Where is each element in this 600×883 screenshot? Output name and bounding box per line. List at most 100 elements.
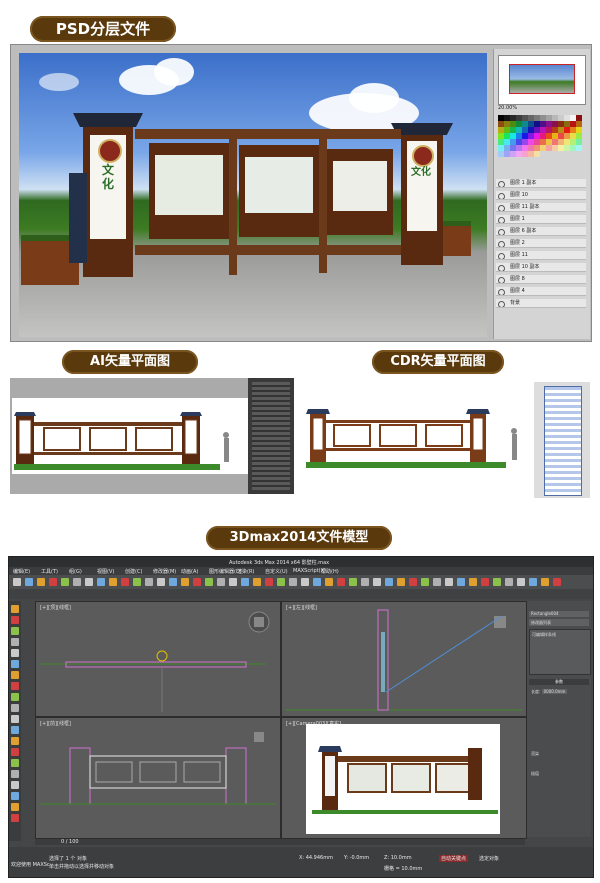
menu-item[interactable]: 帮助(H) xyxy=(321,568,339,575)
menu-item[interactable]: 编辑(E) xyxy=(13,568,30,575)
layer-row[interactable]: 图层 10 xyxy=(496,191,586,200)
coord-x[interactable]: X: 44.946mm xyxy=(299,855,333,861)
toolbar-icon[interactable] xyxy=(97,578,105,586)
toolbar-icon[interactable] xyxy=(241,578,249,586)
menu-item[interactable]: 自定义(U) xyxy=(265,568,288,575)
tool-icon[interactable] xyxy=(11,638,19,646)
toolbar-icon[interactable] xyxy=(421,578,429,586)
eye-icon[interactable] xyxy=(498,301,505,307)
toolbar-icon[interactable] xyxy=(73,578,81,586)
coord-y[interactable]: Y: -0.0mm xyxy=(344,855,369,861)
rollout-render[interactable]: 渲染 xyxy=(531,751,539,757)
layer-row[interactable]: 图层 4 xyxy=(496,287,586,296)
toolbar-icon[interactable] xyxy=(361,578,369,586)
eye-icon[interactable] xyxy=(498,277,505,283)
layer-row[interactable]: 图层 1 副本 xyxy=(496,179,586,188)
menu-item[interactable]: 修改器(M) xyxy=(153,568,176,575)
coord-z[interactable]: Z: 10.0mm xyxy=(384,855,412,861)
eye-icon[interactable] xyxy=(498,217,505,223)
viewport-camera[interactable]: [+][Camera003][真实] xyxy=(281,717,527,839)
toolbar-icon[interactable] xyxy=(553,578,561,586)
tool-icon[interactable] xyxy=(11,759,19,767)
tool-icon[interactable] xyxy=(11,737,19,745)
max-timeline[interactable]: 0 / 100 xyxy=(35,839,525,845)
tool-icon[interactable] xyxy=(11,682,19,690)
toolbar-icon[interactable] xyxy=(481,578,489,586)
tool-icon[interactable] xyxy=(11,748,19,756)
toolbar-icon[interactable] xyxy=(457,578,465,586)
tool-icon[interactable] xyxy=(11,671,19,679)
eye-icon[interactable] xyxy=(498,193,505,199)
toolbar-icon[interactable] xyxy=(385,578,393,586)
eye-icon[interactable] xyxy=(498,181,505,187)
toolbar-icon[interactable] xyxy=(289,578,297,586)
menu-item[interactable]: 动画(A) xyxy=(181,568,198,575)
toolbar-icon[interactable] xyxy=(469,578,477,586)
toolbar-icon[interactable] xyxy=(529,578,537,586)
toolbar-icon[interactable] xyxy=(445,578,453,586)
toolbar-icon[interactable] xyxy=(397,578,405,586)
toolbar-icon[interactable] xyxy=(13,578,21,586)
modifier-list-dropdown[interactable]: 修改器列表 xyxy=(529,619,589,626)
layer-row[interactable]: 图层 6 副本 xyxy=(496,227,586,236)
tool-icon[interactable] xyxy=(11,627,19,635)
tool-icon[interactable] xyxy=(11,660,19,668)
toolbar-icon[interactable] xyxy=(217,578,225,586)
tool-icon[interactable] xyxy=(11,803,19,811)
toolbar-icon[interactable] xyxy=(193,578,201,586)
color-swatch[interactable] xyxy=(576,145,582,151)
layer-row[interactable]: 图层 1 xyxy=(496,215,586,224)
layer-row[interactable]: 图层 10 副本 xyxy=(496,263,586,272)
toolbar-icon[interactable] xyxy=(181,578,189,586)
tool-icon[interactable] xyxy=(11,605,19,613)
toolbar-icon[interactable] xyxy=(121,578,129,586)
selected-dropdown[interactable]: 选定对象 xyxy=(479,855,499,862)
toolbar-icon[interactable] xyxy=(505,578,513,586)
toolbar-icon[interactable] xyxy=(265,578,273,586)
object-name-field[interactable]: Rectangle004 xyxy=(529,611,589,617)
tool-icon[interactable] xyxy=(11,781,19,789)
tool-icon[interactable] xyxy=(11,704,19,712)
viewport-top[interactable]: [+][顶][线框] xyxy=(35,601,281,717)
layer-row[interactable]: 图层 2 xyxy=(496,239,586,248)
eye-icon[interactable] xyxy=(498,229,505,235)
toolbar-icon[interactable] xyxy=(541,578,549,586)
tool-icon[interactable] xyxy=(11,814,19,822)
viewport-front[interactable]: [+][前][线框] xyxy=(35,717,281,839)
toolbar-icon[interactable] xyxy=(517,578,525,586)
eye-icon[interactable] xyxy=(498,253,505,259)
length-value[interactable]: 0000.0mm xyxy=(541,689,568,694)
menu-item[interactable]: 组(G) xyxy=(69,568,82,575)
toolbar-icon[interactable] xyxy=(37,578,45,586)
color-swatches[interactable] xyxy=(498,115,584,163)
color-swatch[interactable] xyxy=(534,151,540,157)
autokey-button[interactable]: 自动关键点 xyxy=(439,855,469,862)
toolbar-icon[interactable] xyxy=(325,578,333,586)
menu-item[interactable]: 创建(C) xyxy=(125,568,142,575)
tool-icon[interactable] xyxy=(11,715,19,723)
eye-icon[interactable] xyxy=(498,205,505,211)
toolbar-icon[interactable] xyxy=(253,578,261,586)
layer-row[interactable]: 背景 xyxy=(496,299,586,308)
toolbar-icon[interactable] xyxy=(157,578,165,586)
tool-icon[interactable] xyxy=(11,649,19,657)
toolbar-icon[interactable] xyxy=(301,578,309,586)
layer-row[interactable]: 图层 8 xyxy=(496,275,586,284)
eye-icon[interactable] xyxy=(498,289,505,295)
toolbar-icon[interactable] xyxy=(61,578,69,586)
toolbar-icon[interactable] xyxy=(277,578,285,586)
toolbar-icon[interactable] xyxy=(133,578,141,586)
zoom-level[interactable]: 20.00% xyxy=(498,105,517,111)
rollout-interp[interactable]: 插值 xyxy=(531,771,539,777)
toolbar-icon[interactable] xyxy=(373,578,381,586)
toolbar-icon[interactable] xyxy=(409,578,417,586)
toolbar-icon[interactable] xyxy=(493,578,501,586)
eye-icon[interactable] xyxy=(498,265,505,271)
toolbar-icon[interactable] xyxy=(109,578,117,586)
eye-icon[interactable] xyxy=(498,241,505,247)
menu-item[interactable]: 渲染(R) xyxy=(237,568,254,575)
toolbar-icon[interactable] xyxy=(229,578,237,586)
toolbar-icon[interactable] xyxy=(349,578,357,586)
layer-row[interactable]: 图层 11 xyxy=(496,251,586,260)
toolbar-icon[interactable] xyxy=(49,578,57,586)
